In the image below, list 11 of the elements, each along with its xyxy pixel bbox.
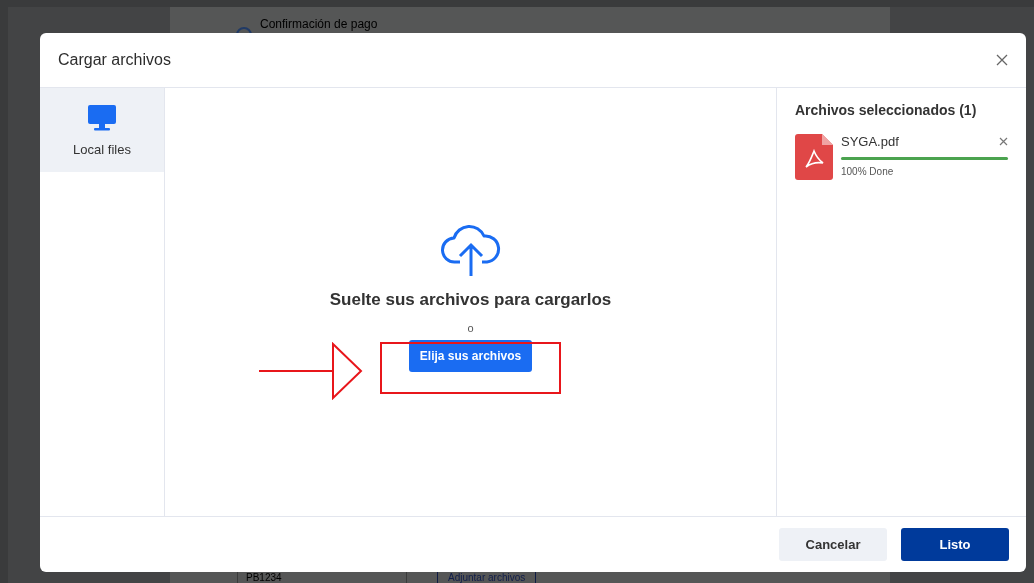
- drop-heading: Suelte sus archivos para cargarlos: [329, 290, 612, 310]
- file-name: SYGA.pdf: [841, 134, 899, 149]
- done-button[interactable]: Listo: [901, 528, 1009, 561]
- upload-status: 100% Done: [841, 166, 895, 177]
- separator-text: o: [467, 322, 474, 334]
- panel-title: Archivos seleccionados (1): [795, 102, 978, 118]
- source-tab[interactable]: Local files: [40, 88, 164, 172]
- cancel-button[interactable]: Cancelar: [779, 528, 887, 561]
- step-label: Confirmación de pago: [260, 17, 378, 31]
- choose-files-button[interactable]: Elija sus archivos: [408, 340, 533, 372]
- dialog-title: Cargar archivos: [58, 51, 171, 69]
